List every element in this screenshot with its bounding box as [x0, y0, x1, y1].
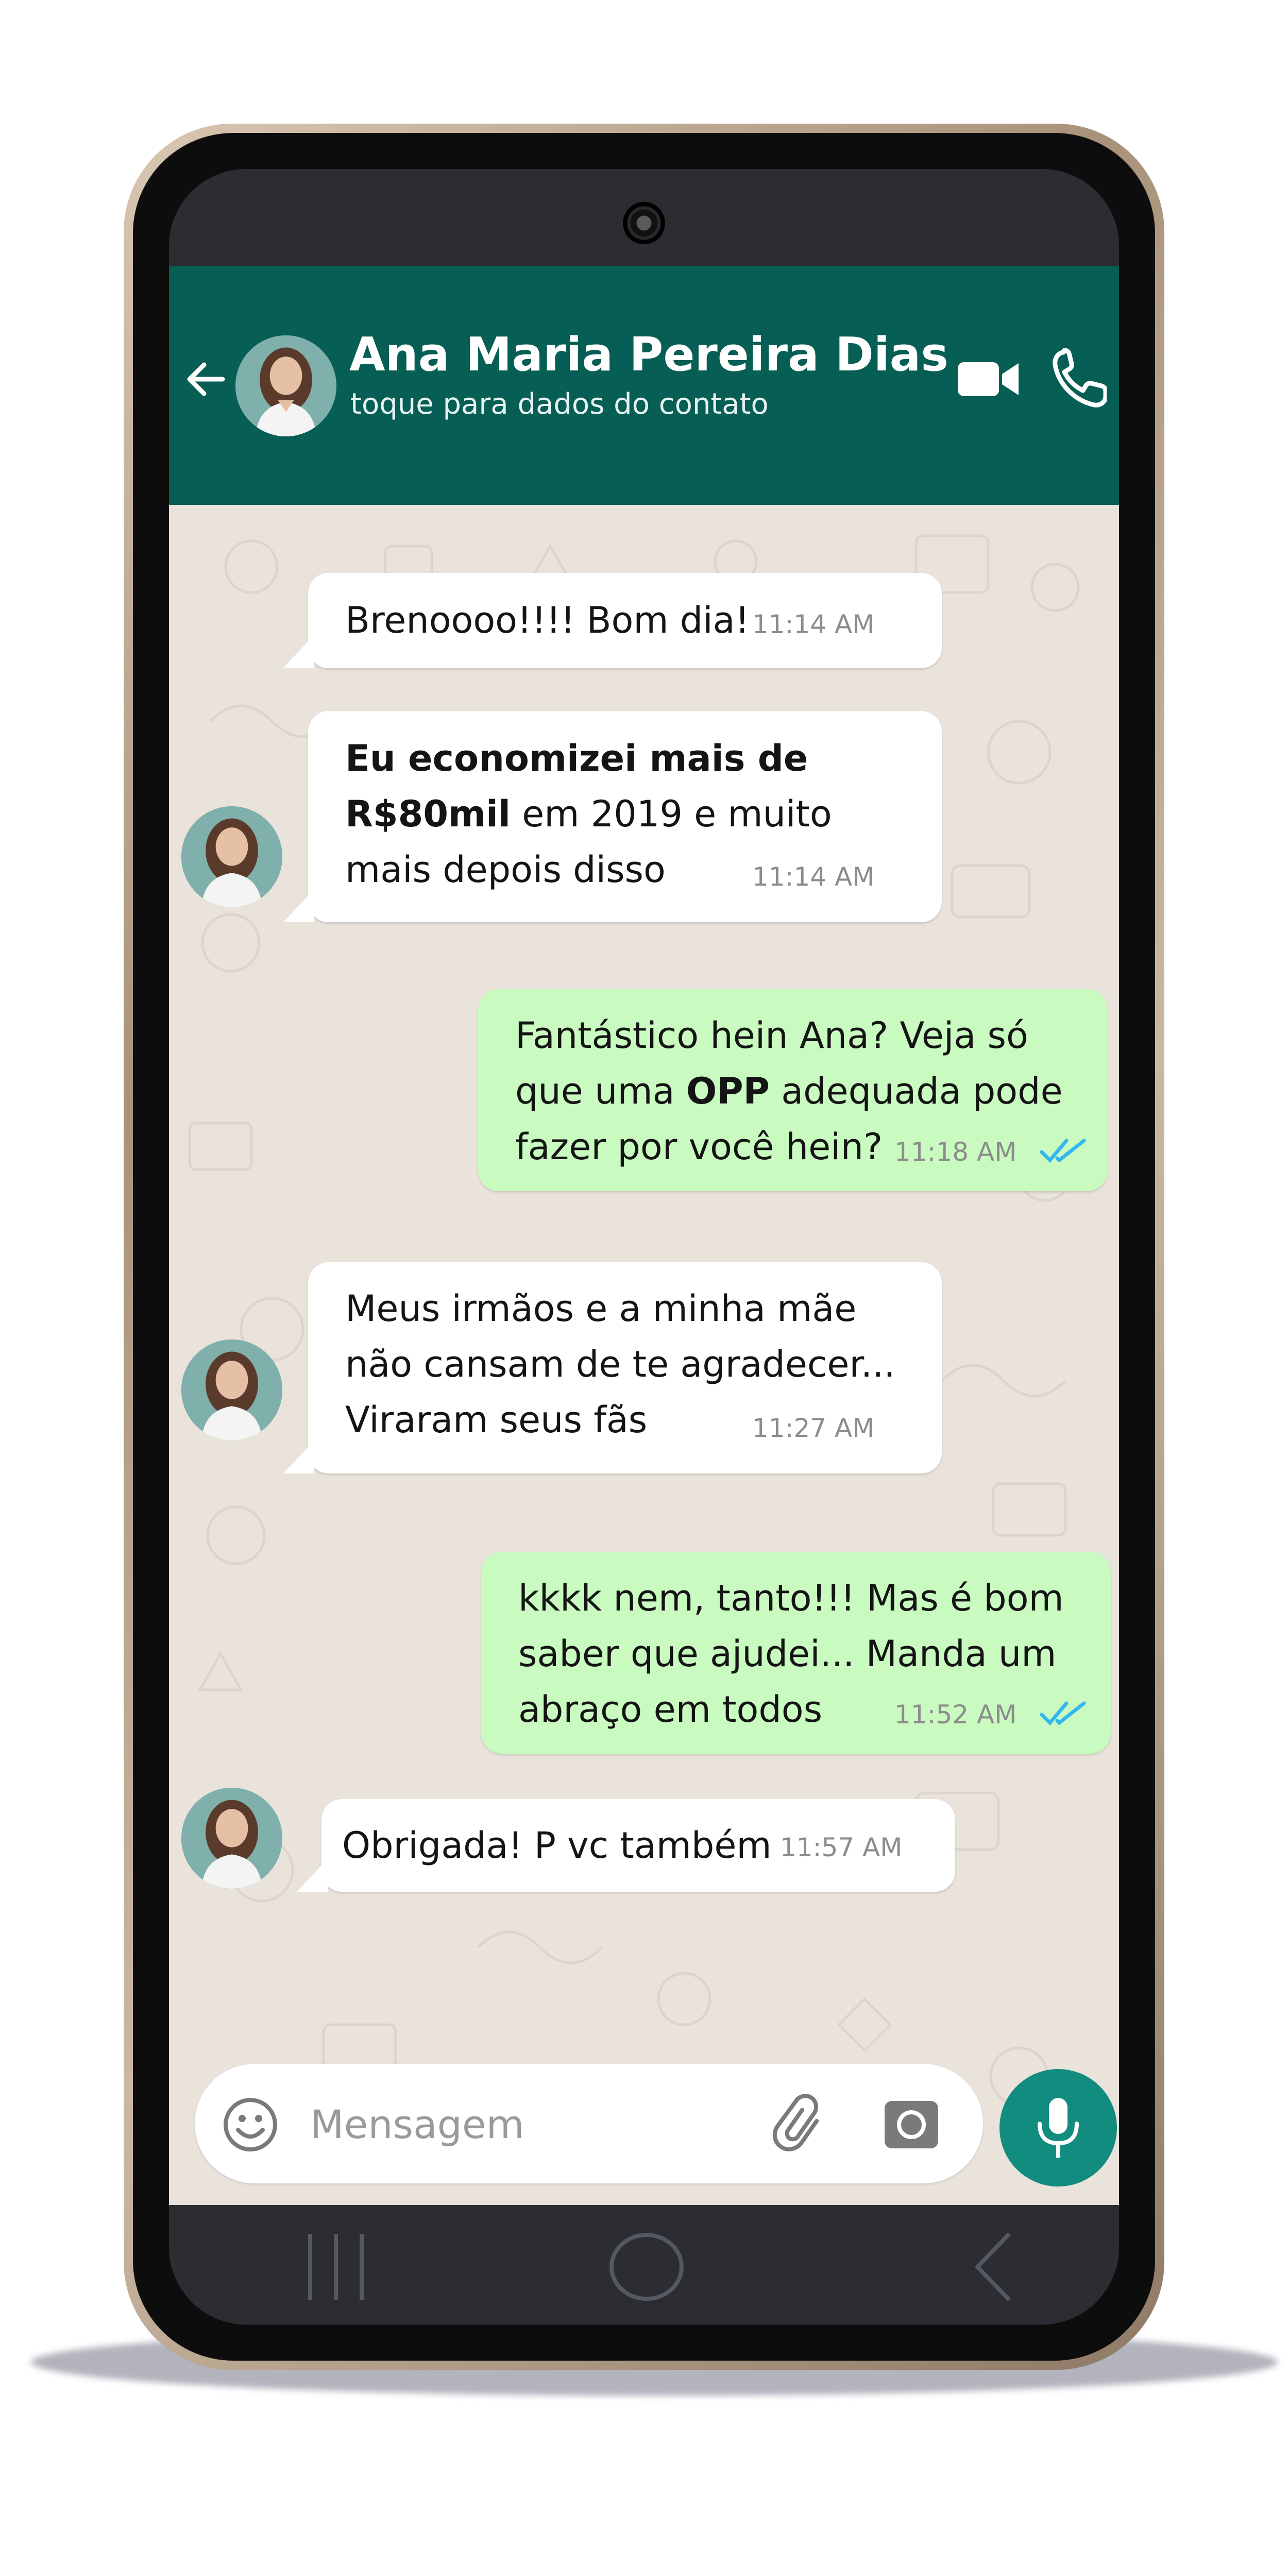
message-bold-span: OPP: [686, 1070, 770, 1112]
message-time: 11:57 AM: [780, 1833, 903, 1862]
double-check-icon: [1040, 1139, 1086, 1163]
message-line-bold: Eu economizei mais de: [345, 737, 808, 779]
message-line: Fantástico hein Ana? Veja só: [515, 1014, 1028, 1057]
message-line: Viraram seus fãs: [345, 1399, 648, 1441]
message-line: kkkk nem, tanto!!! Mas é bom: [518, 1577, 1064, 1619]
camera-icon[interactable]: [883, 2096, 940, 2154]
smiley-icon[interactable]: [222, 2096, 279, 2154]
message-bold-span: R$80mil: [345, 793, 511, 835]
bubble-tail: [283, 889, 314, 922]
message-text-span: adequada pode: [769, 1070, 1063, 1112]
person-photo-icon: [235, 335, 336, 436]
message-time: 11:52 AM: [894, 1700, 1017, 1730]
paperclip-icon[interactable]: [771, 2094, 833, 2156]
message-bubble-incoming[interactable]: Obrigada! P vc também 11:57 AM: [297, 1799, 955, 1892]
message-input[interactable]: [309, 2090, 739, 2159]
contact-name[interactable]: Ana Maria Pereira Dias: [349, 328, 948, 382]
message-line: mais depois disso: [345, 849, 666, 891]
bubble-tail: [283, 1440, 314, 1473]
chat-area[interactable]: Brenoooo!!!! Bom dia! 11:14 AM Eu econom…: [169, 505, 1119, 2205]
microphone-icon: [1038, 2098, 1079, 2158]
message-time: 11:27 AM: [752, 1413, 875, 1443]
message-time: 11:14 AM: [752, 609, 875, 639]
recent-apps-icon[interactable]: [303, 2231, 370, 2303]
phone-screen: Ana Maria Pereira Dias toque para dados …: [169, 169, 1119, 2325]
back-nav-icon[interactable]: [970, 2231, 1016, 2303]
message-time: 11:14 AM: [752, 862, 875, 892]
contact-avatar[interactable]: [181, 1340, 282, 1440]
contact-avatar[interactable]: [181, 1788, 282, 1889]
message-text-span: em 2019 e muito: [510, 793, 832, 835]
message-bubble-incoming[interactable]: Brenoooo!!!! Bom dia! 11:14 AM: [283, 573, 942, 668]
phone-icon[interactable]: [1050, 348, 1107, 410]
person-photo-icon: [181, 806, 282, 907]
status-bar: [169, 169, 1119, 266]
video-camera-icon[interactable]: [955, 351, 1022, 408]
message-bubble-incoming[interactable]: Meus irmãos e a minha mãe não cansam de t…: [283, 1262, 942, 1473]
message-line: abraço em todos: [518, 1688, 823, 1731]
home-icon[interactable]: [608, 2231, 685, 2303]
contact-subtitle[interactable]: toque para dados do contato: [350, 387, 769, 421]
contact-avatar[interactable]: [181, 806, 282, 907]
message-bubble-outgoing[interactable]: kkkk nem, tanto!!! Mas é bom saber que aj…: [481, 1552, 1111, 1754]
contact-avatar[interactable]: [233, 333, 339, 439]
front-camera: [623, 202, 665, 244]
message-line: saber que ajudei... Manda um: [518, 1633, 1057, 1675]
bubble-tail: [297, 1859, 328, 1892]
message-text: Brenoooo!!!! Bom dia!: [345, 599, 750, 641]
message-line: fazer por você hein?: [515, 1126, 883, 1168]
phone-body: Ana Maria Pereira Dias toque para dados …: [133, 133, 1155, 2361]
message-text: Obrigada! P vc também: [342, 1824, 772, 1867]
message-time: 11:18 AM: [894, 1137, 1017, 1167]
mic-button[interactable]: [999, 2069, 1117, 2187]
double-check-icon: [1040, 1701, 1086, 1726]
message-text-span: que uma: [515, 1070, 686, 1112]
message-bubble-outgoing[interactable]: Fantástico hein Ana? Veja só que uma OPP …: [478, 989, 1108, 1191]
person-photo-icon: [181, 1340, 282, 1440]
message-composer: [195, 2064, 983, 2183]
message-line: Meus irmãos e a minha mãe: [345, 1287, 857, 1330]
person-photo-icon: [181, 1788, 282, 1889]
message-bubble-incoming[interactable]: Eu economizei mais de R$80mil em 2019 e m…: [283, 711, 942, 922]
message-line: não cansam de te agradecer...: [345, 1343, 895, 1385]
chat-header: Ana Maria Pereira Dias toque para dados …: [169, 266, 1119, 505]
bubble-tail: [283, 635, 314, 668]
phone-frame: Ana Maria Pereira Dias toque para dados …: [124, 124, 1164, 2370]
arrow-left-icon[interactable]: [179, 353, 231, 405]
android-nav-bar: [169, 2205, 1119, 2325]
